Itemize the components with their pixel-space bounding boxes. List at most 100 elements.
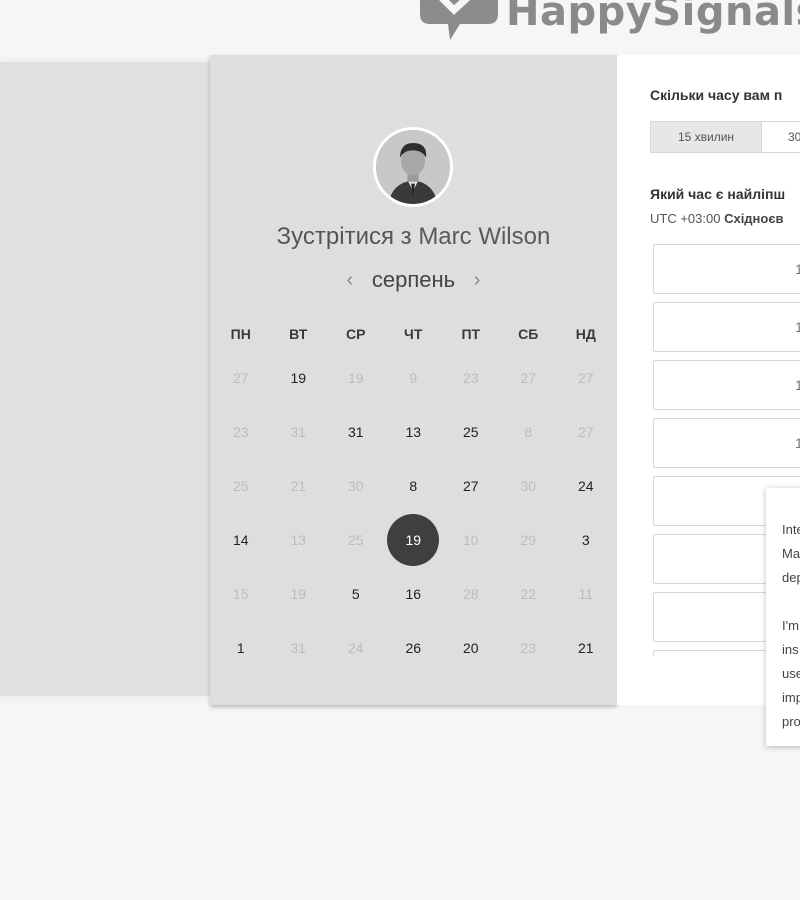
- popover-text-line: ins: [782, 642, 799, 657]
- person-photo-icon: [376, 130, 450, 204]
- weekday-header: ПН ВТ СР ЧТ ПТ СБ НД: [212, 317, 615, 351]
- calendar-day-available[interactable]: 31: [327, 424, 385, 440]
- calendar-panel: Зустрітися з Marc Wilson ‹ серпень › ПН В…: [210, 55, 617, 705]
- calendar-day-number: 15: [232, 586, 249, 602]
- calendar-grid: ПН ВТ СР ЧТ ПТ СБ НД 27 19 19 9 23 27 27 23 31 31 13 25 8 27…: [212, 317, 615, 675]
- calendar-day-unavailable: 24: [327, 640, 385, 656]
- calendar-day-number: 31: [290, 640, 307, 656]
- popover-text-line: Inte: [782, 522, 800, 537]
- calendar-day-number: 27: [577, 424, 594, 440]
- weekday-label: НД: [575, 326, 596, 342]
- calendar-day-number: 19: [387, 514, 440, 566]
- calendar-day-number: 8: [409, 478, 418, 494]
- calendar-day-unavailable: 25: [212, 478, 270, 494]
- calendar-day-unavailable: 19: [270, 586, 328, 602]
- brand-name: HappySignals: [506, 0, 800, 35]
- time-slot-button[interactable]: 1: [653, 418, 800, 468]
- calendar-day-available[interactable]: 24: [557, 478, 615, 494]
- calendar-day-number: 27: [462, 478, 479, 494]
- calendar-day-number: 16: [405, 586, 422, 602]
- calendar-day-number: 29: [520, 532, 537, 548]
- calendar-day-unavailable: 23: [500, 640, 558, 656]
- calendar-day-available[interactable]: 1: [212, 640, 270, 656]
- calendar-day-available[interactable]: 5: [327, 586, 385, 602]
- time-slot-button[interactable]: 1: [653, 360, 800, 410]
- calendar-day-number: 19: [290, 370, 307, 386]
- weekday-label: ЧТ: [404, 326, 423, 342]
- calendar-day-selected[interactable]: 19: [385, 514, 443, 566]
- calendar-day-available[interactable]: 27: [442, 478, 500, 494]
- calendar-day-available[interactable]: 19: [270, 370, 328, 386]
- calendar-day-number: 31: [347, 424, 364, 440]
- calendar-day-number: 23: [232, 424, 249, 440]
- duration-option-15[interactable]: 15 хвилин: [650, 121, 762, 153]
- chevron-right-icon[interactable]: ›: [469, 269, 485, 292]
- weekday-label: СР: [346, 326, 366, 342]
- calendar-day-number: 21: [577, 640, 594, 656]
- calendar-day-number: 28: [462, 586, 479, 602]
- calendar-day-number: 22: [520, 586, 537, 602]
- calendar-day-available[interactable]: 14: [212, 532, 270, 548]
- calendar-day-available[interactable]: 16: [385, 586, 443, 602]
- calendar-week-row: 14 13 25 19 10 29 3: [212, 513, 615, 567]
- calendar-day-unavailable: 9: [385, 370, 443, 386]
- calendar-day-unavailable: 10: [442, 532, 500, 548]
- calendar-day-number: 27: [577, 370, 594, 386]
- time-slot-label: 1: [795, 377, 800, 393]
- calendar-day-number: 1: [236, 640, 245, 656]
- calendar-day-available[interactable]: 26: [385, 640, 443, 656]
- calendar-day-available[interactable]: 20: [442, 640, 500, 656]
- meeting-title: Зустрітися з Marc Wilson: [210, 223, 617, 251]
- calendar-day-number: 8: [524, 424, 533, 440]
- calendar-day-number: 11: [578, 586, 594, 602]
- chevron-left-icon[interactable]: ‹: [342, 269, 358, 292]
- calendar-day-number: 30: [347, 478, 364, 494]
- calendar-day-unavailable: 8: [500, 424, 558, 440]
- calendar-day-available[interactable]: 13: [385, 424, 443, 440]
- calendar-day-unavailable: 27: [212, 370, 270, 386]
- speech-bubble-check-icon: [420, 0, 498, 40]
- month-label: серпень: [371, 267, 456, 292]
- calendar-day-number: 25: [462, 424, 479, 440]
- calendar-day-unavailable: 21: [270, 478, 328, 494]
- calendar-day-number: 14: [232, 532, 249, 548]
- calendar-day-number: 3: [581, 532, 590, 548]
- calendar-day-number: 27: [520, 370, 537, 386]
- timezone-offset: UTC +03:00: [650, 211, 721, 226]
- calendar-day-number: 23: [520, 640, 537, 656]
- calendar-day-number: 25: [232, 478, 249, 494]
- calendar-day-unavailable: 13: [270, 532, 328, 548]
- calendar-week-row: 1 31 24 26 20 23 21: [212, 621, 615, 675]
- left-backdrop: [0, 62, 210, 696]
- host-info-popover: Inte Ma dep I'm ins use imp pro: [766, 488, 800, 746]
- duration-selector: 15 хвилин 30: [650, 121, 800, 153]
- timezone-label[interactable]: UTC +03:00 Східноєв: [650, 211, 784, 226]
- popover-text-line: use: [782, 666, 800, 681]
- calendar-day-unavailable: 15: [212, 586, 270, 602]
- calendar-day-unavailable: 27: [500, 370, 558, 386]
- calendar-day-number: 25: [347, 532, 364, 548]
- time-slot-button[interactable]: 1: [653, 244, 800, 294]
- calendar-day-number: 23: [462, 370, 479, 386]
- calendar-day-number: 24: [577, 478, 594, 494]
- calendar-day-number: 26: [405, 640, 422, 656]
- calendar-day-available[interactable]: 3: [557, 532, 615, 548]
- calendar-day-number: 20: [462, 640, 479, 656]
- calendar-day-unavailable: 25: [327, 532, 385, 548]
- calendar-day-available[interactable]: 21: [557, 640, 615, 656]
- calendar-day-unavailable: 22: [500, 586, 558, 602]
- calendar-day-number: 13: [405, 424, 422, 440]
- calendar-day-number: 9: [409, 370, 418, 386]
- duration-option-30[interactable]: 30: [762, 121, 800, 153]
- time-slot-button[interactable]: 1: [653, 302, 800, 352]
- calendar-day-number: 21: [290, 478, 307, 494]
- calendar-day-available[interactable]: 8: [385, 478, 443, 494]
- calendar-day-number: 31: [290, 424, 307, 440]
- time-slot-label: 1: [795, 261, 800, 277]
- calendar-day-number: 27: [232, 370, 249, 386]
- popover-text-line: Ma: [782, 546, 800, 561]
- host-avatar: [373, 127, 453, 207]
- calendar-day-available[interactable]: 25: [442, 424, 500, 440]
- month-navigation: ‹ серпень ›: [210, 267, 617, 293]
- popover-text-line: I'm: [782, 618, 799, 633]
